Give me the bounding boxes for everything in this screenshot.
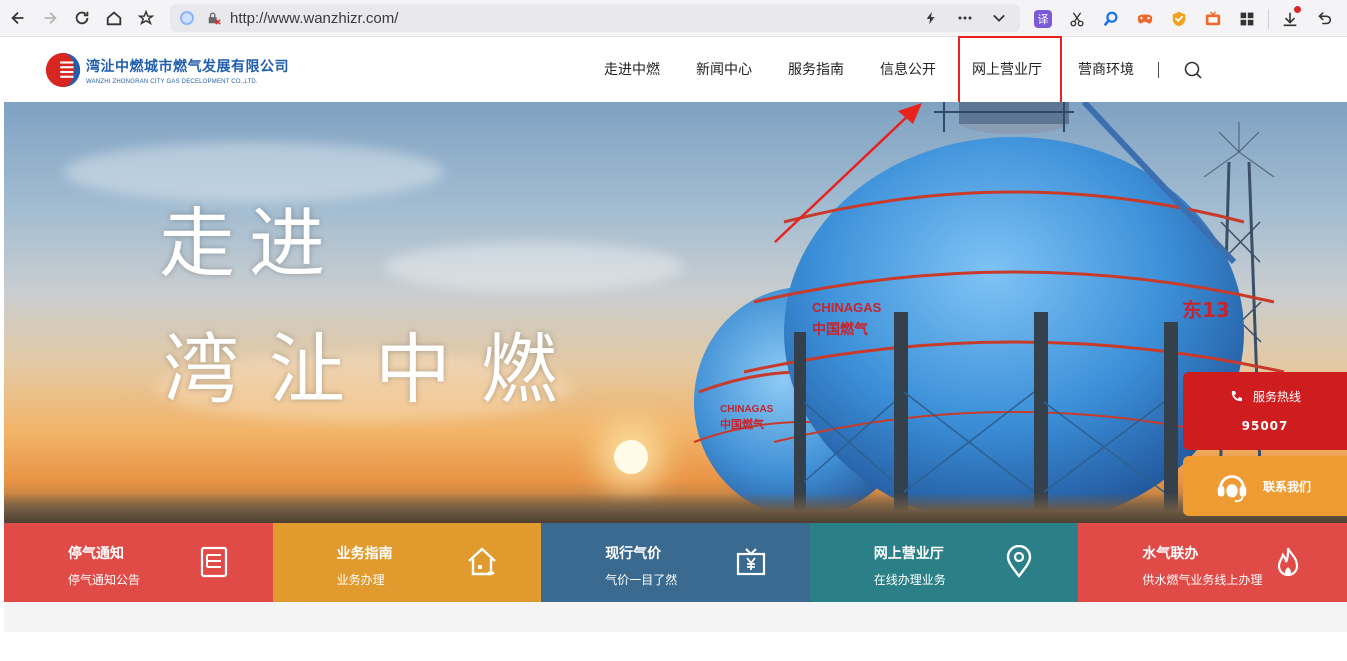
location-pin-icon — [1007, 545, 1032, 578]
nav-service-guide[interactable]: 服务指南 — [770, 38, 862, 102]
lightning-icon[interactable] — [916, 4, 946, 32]
more-icon[interactable] — [950, 4, 980, 32]
insecure-lock-icon[interactable] — [206, 10, 222, 26]
home-icon[interactable] — [98, 0, 130, 37]
section-divider-band — [4, 602, 1347, 632]
browser-toolbar: http://www.wanzhizr.com/ 译 — [0, 0, 1347, 37]
tile-title: 水气联办 — [1142, 546, 1199, 562]
back-icon[interactable] — [2, 0, 34, 37]
document-icon — [200, 546, 227, 578]
site-logo[interactable]: 湾沚中燃城市燃气发展有限公司 WANZHI ZHONGRAN CITY GAS … — [44, 51, 289, 89]
grid-icon[interactable] — [1230, 0, 1264, 37]
contact-us-label: 联系我们 — [1263, 479, 1312, 494]
price-box-icon — [736, 548, 765, 576]
tank-number-label: 东13 — [1182, 298, 1230, 322]
nav-news[interactable]: 新闻中心 — [678, 38, 770, 102]
page-body — [4, 632, 1347, 661]
hero-banner[interactable]: CHINAGAS 中国燃气 CHINAGAS 中国燃气 东13 走进 湾沚中燃 — [4, 102, 1347, 523]
shield-icon[interactable] — [1162, 0, 1196, 37]
tile-subtitle: 气价一目了然 — [605, 573, 678, 587]
download-icon[interactable] — [1273, 0, 1307, 37]
tile-subtitle: 在线办理业务 — [873, 573, 946, 587]
game-icon[interactable] — [1128, 0, 1162, 37]
scissors-icon[interactable] — [1060, 0, 1094, 37]
tile-online-hall[interactable]: 网上营业厅 在线办理业务 — [809, 523, 1079, 602]
hero-slogan-line1: 走进 — [159, 199, 339, 288]
tank-label-chinagas: CHINAGAS — [812, 300, 882, 315]
ground — [4, 493, 1347, 523]
search-icon[interactable] — [1094, 0, 1128, 37]
feature-tiles: 停气通知 停气通知公告 业务指南 业务办理 现行气价 气价一目了然 网上营业厅 … — [4, 523, 1347, 602]
address-bar[interactable]: http://www.wanzhizr.com/ — [170, 4, 1020, 32]
menu-icon[interactable] — [1341, 0, 1347, 37]
translate-icon[interactable]: 译 — [1026, 0, 1060, 37]
tile-subtitle: 供水燃气业务线上办理 — [1142, 573, 1263, 587]
tank-label-chinagas-small: CHINAGAS — [720, 404, 774, 415]
house-icon — [468, 547, 497, 576]
site-search-icon[interactable] — [1183, 60, 1203, 80]
nav-info-disclosure[interactable]: 信息公开 — [862, 38, 954, 102]
forward-icon[interactable] — [34, 0, 66, 37]
reload-icon[interactable] — [66, 0, 98, 37]
tile-water-gas-joint[interactable]: 水气联办 供水燃气业务线上办理 — [1078, 523, 1347, 602]
undo-icon[interactable] — [1307, 0, 1341, 37]
hotline-label: 服务热线 — [1252, 390, 1301, 404]
site-header: 湾沚中燃城市燃气发展有限公司 WANZHI ZHONGRAN CITY GAS … — [4, 36, 1347, 104]
tile-business-guide[interactable]: 业务指南 业务办理 — [272, 523, 542, 602]
flame-icon — [1277, 547, 1299, 577]
main-navigation: 走进中燃 新闻中心 服务指南 信息公开 网上营业厅 营商环境 — [586, 36, 1203, 104]
tv-icon[interactable] — [1196, 0, 1230, 37]
hero-slogan-line2: 湾沚中燃 — [163, 325, 587, 414]
site-status-icon — [180, 11, 194, 25]
nav-about[interactable]: 走进中燃 — [586, 38, 678, 102]
tile-title: 现行气价 — [605, 546, 662, 562]
tile-outage-notice[interactable]: 停气通知 停气通知公告 — [4, 523, 273, 602]
tank-label-cn-small: 中国燃气 — [720, 417, 764, 431]
bookmark-star-icon[interactable] — [130, 0, 162, 37]
headset-icon — [1217, 475, 1247, 503]
url-text[interactable]: http://www.wanzhizr.com/ — [230, 10, 398, 27]
nav-business-env[interactable]: 营商环境 — [1060, 38, 1152, 102]
hotline-number: 95007 — [1241, 419, 1289, 433]
tile-title: 业务指南 — [336, 546, 393, 562]
chevron-down-icon[interactable] — [984, 4, 1014, 32]
company-name-cn: 湾沚中燃城市燃气发展有限公司 — [86, 58, 289, 75]
nav-divider — [1158, 62, 1159, 78]
tile-current-gas-price[interactable]: 现行气价 气价一目了然 — [541, 523, 810, 602]
toolbar-divider — [1268, 8, 1269, 29]
company-logo-icon — [45, 52, 81, 88]
notification-dot — [1294, 6, 1301, 13]
tile-title: 停气通知 — [68, 546, 124, 562]
tile-title: 网上营业厅 — [873, 546, 944, 562]
contact-us-button[interactable]: 联系我们 — [1183, 456, 1347, 516]
phone-icon — [1231, 390, 1242, 401]
tile-subtitle: 业务办理 — [336, 573, 385, 587]
tile-subtitle: 停气通知公告 — [68, 573, 141, 587]
service-hotline-panel[interactable]: 服务热线 95007 — [1183, 372, 1347, 450]
hero-slogan: 走进 湾沚中燃 — [159, 182, 587, 418]
company-name-en: WANZHI ZHONGRAN CITY GAS DECELOPMENT CO.… — [86, 78, 258, 85]
tank-label-cn: 中国燃气 — [812, 321, 868, 338]
nav-online-hall[interactable]: 网上营业厅 — [954, 36, 1062, 104]
